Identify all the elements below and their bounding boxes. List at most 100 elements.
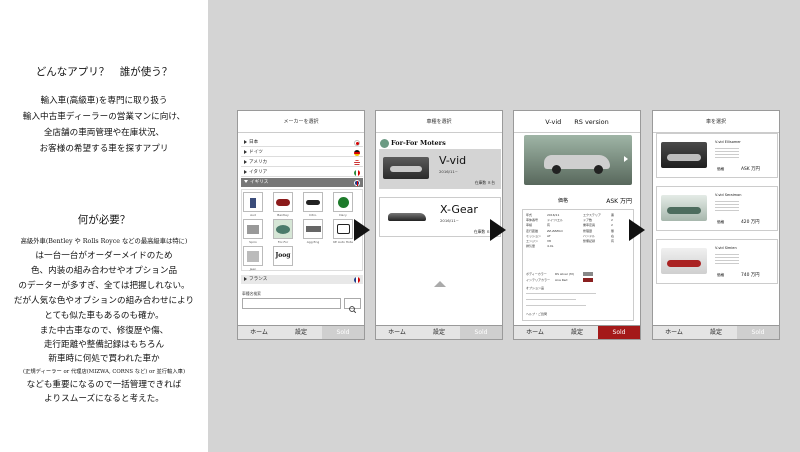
spec-table: 年式 車体番号 車検 走行距離 ミッション エンジン 排気量 2016/11 ドイツ/エル有 Z… <box>522 209 634 321</box>
country-row-usa[interactable]: アメリカ <box>241 158 363 167</box>
screen-model-select: 車種を選択 For-For Moters V-vid 2016/11~ 在庫数 … <box>375 110 503 340</box>
country-row-italy[interactable]: イタリア <box>241 168 363 177</box>
model-name: X-Gear <box>440 203 478 216</box>
car-spec-lines <box>715 252 739 264</box>
car-photo <box>524 135 632 185</box>
tab-sold[interactable]: Sold <box>322 326 364 339</box>
help-note[interactable]: ヘルプ・ご質問 <box>526 312 547 316</box>
exterior-color-value: RS silver (M) <box>555 272 574 276</box>
spec-labels-right: エクステリア ドア数 乗車定員 修理歴 ハンドル 整備記録 <box>583 213 601 244</box>
interior-color-swatch <box>583 278 593 282</box>
tab-home[interactable]: ホーム <box>376 326 418 339</box>
france-flag-icon <box>354 276 360 283</box>
logo-tile[interactable] <box>303 219 323 239</box>
next-photo-icon[interactable] <box>624 156 628 162</box>
country-row-japan[interactable]: 日本 <box>241 138 363 147</box>
tab-settings[interactable]: 設定 <box>418 326 460 339</box>
tab-sold[interactable]: Sold <box>460 326 502 339</box>
logo-caption: KE Auto Hote <box>333 240 353 244</box>
screen-title: 車種を選択 <box>376 111 502 133</box>
screen-title: 車を選択 <box>653 111 779 133</box>
flow-arrow-icon <box>629 219 645 241</box>
presentation-board: どんなアプリ？ 誰が使う？ 輸入車(高級車)を専門に取り扱う 輸入中古車ディーラ… <box>0 0 800 452</box>
screen-car-detail: V-vid RS version 価格 ASK 万円 年式 車体番号 車検 走行距離ミ… <box>513 110 641 340</box>
body-line: (正規ディーラー or 代理店(MIZWA, CORNS など) or 並行輸入… <box>22 369 186 375</box>
scroll-up-icon[interactable] <box>434 281 446 287</box>
exterior-color-label: ボディーカラー <box>526 272 547 276</box>
flow-arrow-icon <box>354 219 370 241</box>
logo-caption: Spiro <box>249 240 257 244</box>
model-card-xgear[interactable]: X-Gear 2016/11~ 在庫数 ６台 <box>379 197 501 237</box>
triangle-right-icon <box>244 149 247 154</box>
car-price: 740 万円 <box>741 273 760 278</box>
car-price-label: 価格 <box>717 220 725 224</box>
body-line: また中古車なので、修復歴や傷、 <box>39 326 169 336</box>
car-photo <box>661 248 707 274</box>
germany-flag-icon <box>354 149 360 156</box>
country-row-germany[interactable]: ドイツ <box>241 148 363 157</box>
model-date: 2016/11~ <box>439 169 458 174</box>
flow-arrow-icon <box>490 219 506 241</box>
tab-home[interactable]: ホーム <box>514 326 556 339</box>
uk-flag-icon <box>354 179 360 186</box>
options-label: オプション品 <box>526 286 545 290</box>
tab-home[interactable]: ホーム <box>238 326 280 339</box>
triangle-down-icon <box>244 180 248 183</box>
car-photo <box>383 157 429 179</box>
logo-tile[interactable] <box>273 192 293 212</box>
country-row-uk[interactable]: イギリス <box>241 178 363 187</box>
exterior-color-swatch <box>583 272 593 276</box>
intro-line: 輸入中古車ディーラーの営業マンに向け、 <box>22 112 186 122</box>
car-spec-lines <box>715 199 739 211</box>
logo-tile[interactable] <box>243 219 263 239</box>
logo-tile[interactable]: Joog <box>273 246 293 266</box>
logo-tile[interactable] <box>243 246 263 266</box>
intro-line: お客様の希望する車を探すアプリ <box>39 144 169 154</box>
logo-caption: Jeen <box>249 267 257 271</box>
body-line: のデーターが多すぎ、全ては把握しれない。 <box>18 281 190 291</box>
body-line: 色、内装の組み合わせやオプション品 <box>30 266 178 276</box>
car-card[interactable]: V-vid Ellisomer 価格 ASK 万円 <box>656 133 778 178</box>
model-date: 2016/11~ <box>440 218 459 223</box>
body-line: だが人気な色やオプションの組み合わせにより <box>13 296 195 306</box>
model-stock: 在庫数 ８台 <box>474 180 495 185</box>
logo-tile[interactable] <box>333 192 353 212</box>
intro-line: 輸入車(高級車)を専門に取り扱う <box>40 96 168 106</box>
screen-maker-select: メーカーを選択 日本 ドイツ アメリカ イタリア イギリス Aud Bentle… <box>237 110 365 340</box>
search-input[interactable] <box>242 298 341 309</box>
tab-settings[interactable]: 設定 <box>280 326 322 339</box>
body-line: よりスムーズになると考えた。 <box>44 394 164 404</box>
tab-bar: ホーム 設定 Sold <box>238 325 364 339</box>
logo-caption: Citro. <box>308 213 317 217</box>
tab-sold[interactable]: Sold <box>737 326 779 339</box>
maker-logo-icon <box>380 139 389 148</box>
search-button[interactable] <box>344 298 361 314</box>
tab-home[interactable]: ホーム <box>653 326 695 339</box>
tab-bar: ホーム 設定 Sold <box>376 325 502 339</box>
car-card[interactable]: V-vid Simien 価格 740 万円 <box>656 239 778 284</box>
tab-settings[interactable]: 設定 <box>695 326 737 339</box>
search-icon <box>349 306 357 314</box>
logo-tile[interactable] <box>303 192 323 212</box>
tab-sold[interactable]: Sold <box>598 326 640 339</box>
description-panel: どんなアプリ？ 誰が使う？ 輸入車(高級車)を専門に取り扱う 輸入中古車ディーラ… <box>0 0 208 452</box>
model-card-vvid[interactable]: V-vid 2016/11~ 在庫数 ８台 <box>379 149 501 189</box>
heading-what-needed: 何が必要？ <box>77 214 131 226</box>
logo-tile[interactable] <box>333 219 353 239</box>
italy-flag-icon <box>354 169 360 176</box>
search-label: 車種名検索 <box>242 291 261 296</box>
japan-flag-icon <box>354 139 360 146</box>
triangle-right-icon <box>244 159 247 164</box>
intro-line: 全店舗の車両管理や在庫状況、 <box>43 128 165 138</box>
logo-tile[interactable] <box>243 192 263 212</box>
logo-caption: Bentley <box>277 213 289 217</box>
tab-settings[interactable]: 設定 <box>556 326 598 339</box>
car-price-label: 価格 <box>717 167 725 171</box>
tab-bar: ホーム 設定 Sold <box>514 325 640 339</box>
car-card[interactable]: V-vid Seraimon 価格 420 万円 <box>656 186 778 231</box>
tab-bar: ホーム 設定 Sold <box>653 325 779 339</box>
triangle-right-icon <box>244 139 247 144</box>
logo-tile[interactable] <box>273 219 293 239</box>
country-row-france[interactable]: フランス <box>241 275 363 284</box>
body-line: は一台一台がオーダーメイドのため <box>35 251 173 261</box>
